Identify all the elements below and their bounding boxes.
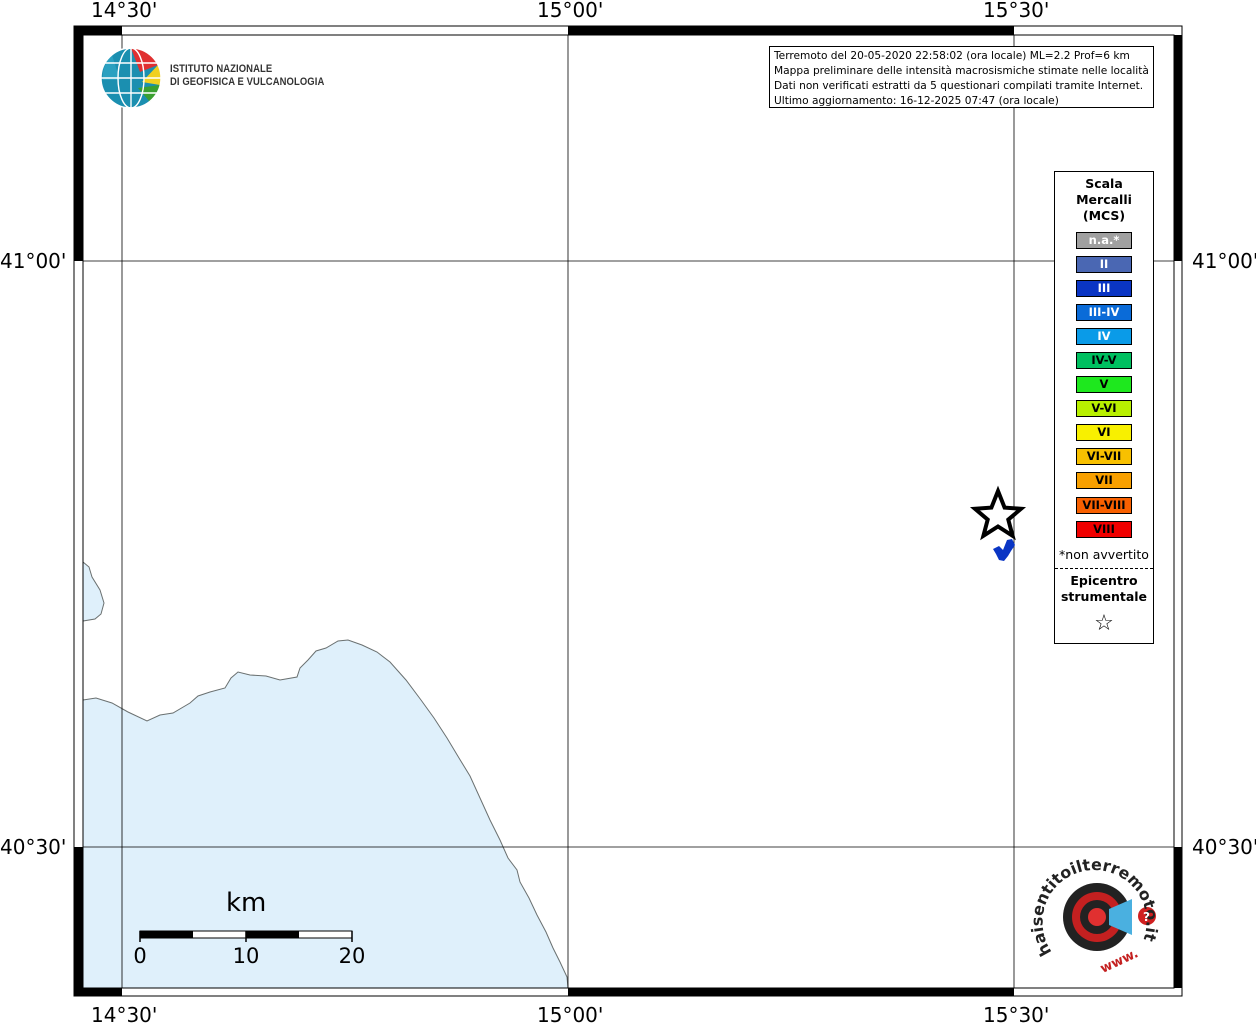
legend-swatch: III [1076, 279, 1132, 297]
event-info-box: Terremoto del 20-05-2020 22:58:02 (ora l… [769, 46, 1154, 108]
legend-swatch: IV [1076, 327, 1132, 345]
lat-tick-left-2: 40°30' [0, 835, 67, 859]
legend-swatch: V-VI [1076, 400, 1132, 418]
scale-label-0: 0 [133, 944, 147, 968]
legend-item: VI-VII [1055, 445, 1153, 469]
legend-item: IV [1055, 324, 1153, 348]
legend-swatch: VIII [1076, 520, 1132, 538]
legend-epicenter-line: strumentale [1060, 589, 1148, 605]
lon-tick-bottom-1: 14°30' [91, 1003, 158, 1027]
legend-item: VI [1055, 421, 1153, 445]
lon-tick-top-1: 14°30' [91, 0, 158, 22]
felt-locality-area [993, 539, 1015, 561]
legend-item: III-IV [1055, 300, 1153, 324]
scale-label-20: 20 [338, 944, 366, 968]
legend-star-icon: ☆ [1094, 611, 1114, 637]
legend-item: III [1055, 276, 1153, 300]
legend-items: n.a.* II III III-IV IV IV-V V V-VI VI VI-VII VII VI… [1055, 228, 1153, 541]
legend-item: V-VI [1055, 397, 1153, 421]
legend-item: VII-VIII [1055, 493, 1153, 517]
legend-note: *non avvertito [1059, 547, 1149, 563]
legend-swatch: VII-VIII [1076, 496, 1132, 514]
legend-swatch: III-IV [1076, 303, 1132, 321]
sea-area [82, 560, 105, 622]
ingv-logo-icon [100, 47, 162, 109]
lon-tick-top-2: 15°00' [537, 0, 604, 22]
legend-item: IV-V [1055, 348, 1153, 372]
hsit-logo-icon: haisentitoilterremoto.it www. ? [1027, 855, 1161, 977]
legend-swatch: n.a.* [1076, 231, 1132, 249]
event-info-line: Mappa preliminare delle intensità macros… [774, 65, 1149, 77]
legend-swatch: VI-VII [1076, 448, 1132, 466]
scale-unit: km [226, 888, 267, 918]
legend-swatch: VI [1076, 424, 1132, 442]
legend-item: II [1055, 252, 1153, 276]
ingv-name-line2: DI GEOFISICA E VULCANOLOGIA [170, 76, 325, 88]
lon-tick-top-3: 15°30' [983, 0, 1050, 22]
legend-swatch: V [1076, 376, 1132, 394]
ingv-name-line1: ISTITUTO NAZIONALE [170, 63, 273, 75]
legend-item: VII [1055, 469, 1153, 493]
legend-title: Scala Mercalli (MCS) [1055, 176, 1153, 224]
legend-swatch: IV-V [1076, 352, 1132, 370]
legend-epicenter-line: Epicentro [1070, 573, 1138, 589]
legend-swatch: VII [1076, 472, 1132, 490]
event-info-line: Ultimo aggiornamento: 16-12-2025 07:47 (… [774, 95, 1059, 107]
legend-title-line: (MCS) [1082, 208, 1126, 223]
lon-tick-bottom-3: 15°30' [983, 1003, 1050, 1027]
legend-item: VIII [1055, 517, 1153, 541]
legend-item: n.a.* [1055, 228, 1153, 252]
hsit-badge: ? [1143, 910, 1150, 924]
lon-tick-bottom-2: 15°00' [537, 1003, 604, 1027]
legend-swatch: II [1076, 255, 1132, 273]
legend-item: V [1055, 373, 1153, 397]
ingv-name: ISTITUTO NAZIONALE DI GEOFISICA E VULCAN… [170, 63, 324, 89]
legend-separator [1055, 568, 1153, 570]
legend-epicenter-label: Epicentro strumentale [1055, 573, 1153, 605]
event-info-line: Dati non verificati estratti da 5 questi… [774, 80, 1144, 92]
legend-title-line: Scala [1085, 176, 1123, 191]
event-info-line: Terremoto del 20-05-2020 22:58:02 (ora l… [774, 50, 1130, 62]
scale-label-10: 10 [232, 944, 260, 968]
lat-tick-right-1: 41°00' [1192, 249, 1256, 273]
legend-title-line: Mercalli [1076, 192, 1132, 207]
hsit-www-text: www. [1098, 946, 1141, 977]
lat-tick-left-1: 41°00' [0, 249, 67, 273]
lat-tick-right-2: 40°30' [1192, 835, 1256, 859]
mcs-legend: Scala Mercalli (MCS) n.a.* II III III-IV IV I… [1054, 171, 1154, 644]
